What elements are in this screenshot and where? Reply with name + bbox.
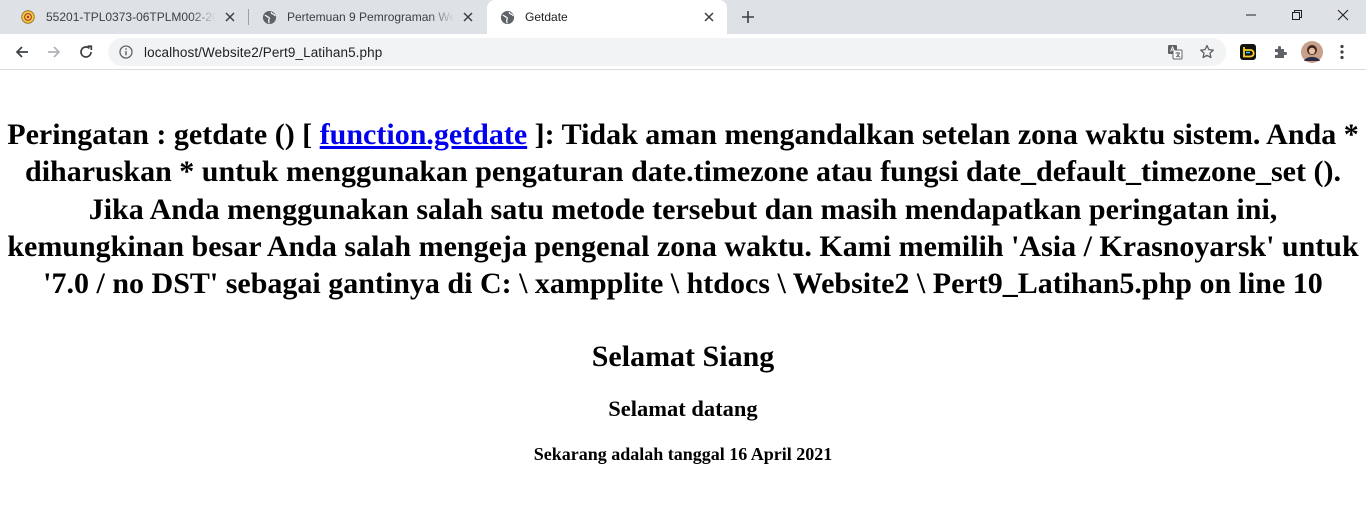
translate-icon[interactable] — [1166, 43, 1184, 61]
back-button[interactable] — [8, 38, 36, 66]
tab-strip: 55201-TPL0373-06TPLM002-2020 Pertemuan 9… — [0, 0, 1366, 34]
forward-button[interactable] — [40, 38, 68, 66]
function-getdate-link[interactable]: function.getdate — [320, 118, 527, 151]
php-warning-message: Peringatan : getdate () [ function.getda… — [0, 116, 1366, 302]
close-window-button[interactable] — [1320, 0, 1366, 30]
arrow-right-icon — [48, 46, 61, 58]
close-icon[interactable] — [460, 9, 476, 25]
globe-icon — [261, 9, 277, 25]
close-icon — [1337, 9, 1349, 21]
info-icon[interactable] — [118, 44, 134, 60]
reload-icon — [80, 45, 93, 58]
arrow-left-icon — [15, 46, 28, 58]
puzzle-icon[interactable] — [1270, 42, 1290, 62]
address-bar[interactable]: localhost/Website2/Pert9_Latihan5.php — [108, 38, 1226, 66]
menu-kebab-icon[interactable] — [1332, 42, 1352, 62]
globe-icon — [499, 9, 515, 25]
tab-title: Getdate — [525, 10, 568, 24]
tab-title: Pertemuan 9 Pemrograman Web — [287, 10, 454, 24]
greeting-heading: Selamat Siang — [591, 340, 775, 373]
close-icon[interactable] — [701, 9, 717, 25]
plus-icon — [742, 11, 754, 23]
tab-title: 55201-TPL0373-06TPLM002-2020 — [46, 10, 216, 24]
tab-getdate[interactable]: Getdate — [487, 0, 727, 34]
browser-toolbar: localhost/Website2/Pert9_Latihan5.php — [0, 34, 1366, 70]
reload-button[interactable] — [72, 38, 100, 66]
minimize-icon — [1246, 14, 1256, 16]
bookmark-star-icon[interactable] — [1198, 43, 1216, 61]
tab-pertemuan[interactable]: Pertemuan 9 Pemrograman Web — [249, 0, 486, 34]
page-content: Peringatan : getdate () [ function.getda… — [0, 71, 1366, 506]
restore-button[interactable] — [1274, 0, 1320, 30]
warning-prefix: Peringatan : getdate () [ — [7, 118, 320, 151]
welcome-heading: Selamat datang — [608, 396, 758, 421]
extension-icon[interactable] — [1238, 42, 1258, 62]
close-icon[interactable] — [222, 9, 238, 25]
tab-course[interactable]: 55201-TPL0373-06TPLM002-2020 — [8, 0, 248, 34]
university-logo-icon — [20, 9, 36, 25]
new-tab-button[interactable] — [736, 5, 760, 29]
date-text: Sekarang adalah tanggal 16 April 2021 — [533, 444, 833, 464]
avatar[interactable] — [1300, 40, 1324, 64]
minimize-button[interactable] — [1228, 0, 1274, 30]
url-text: localhost/Website2/Pert9_Latihan5.php — [144, 44, 383, 60]
restore-icon — [1292, 10, 1302, 20]
